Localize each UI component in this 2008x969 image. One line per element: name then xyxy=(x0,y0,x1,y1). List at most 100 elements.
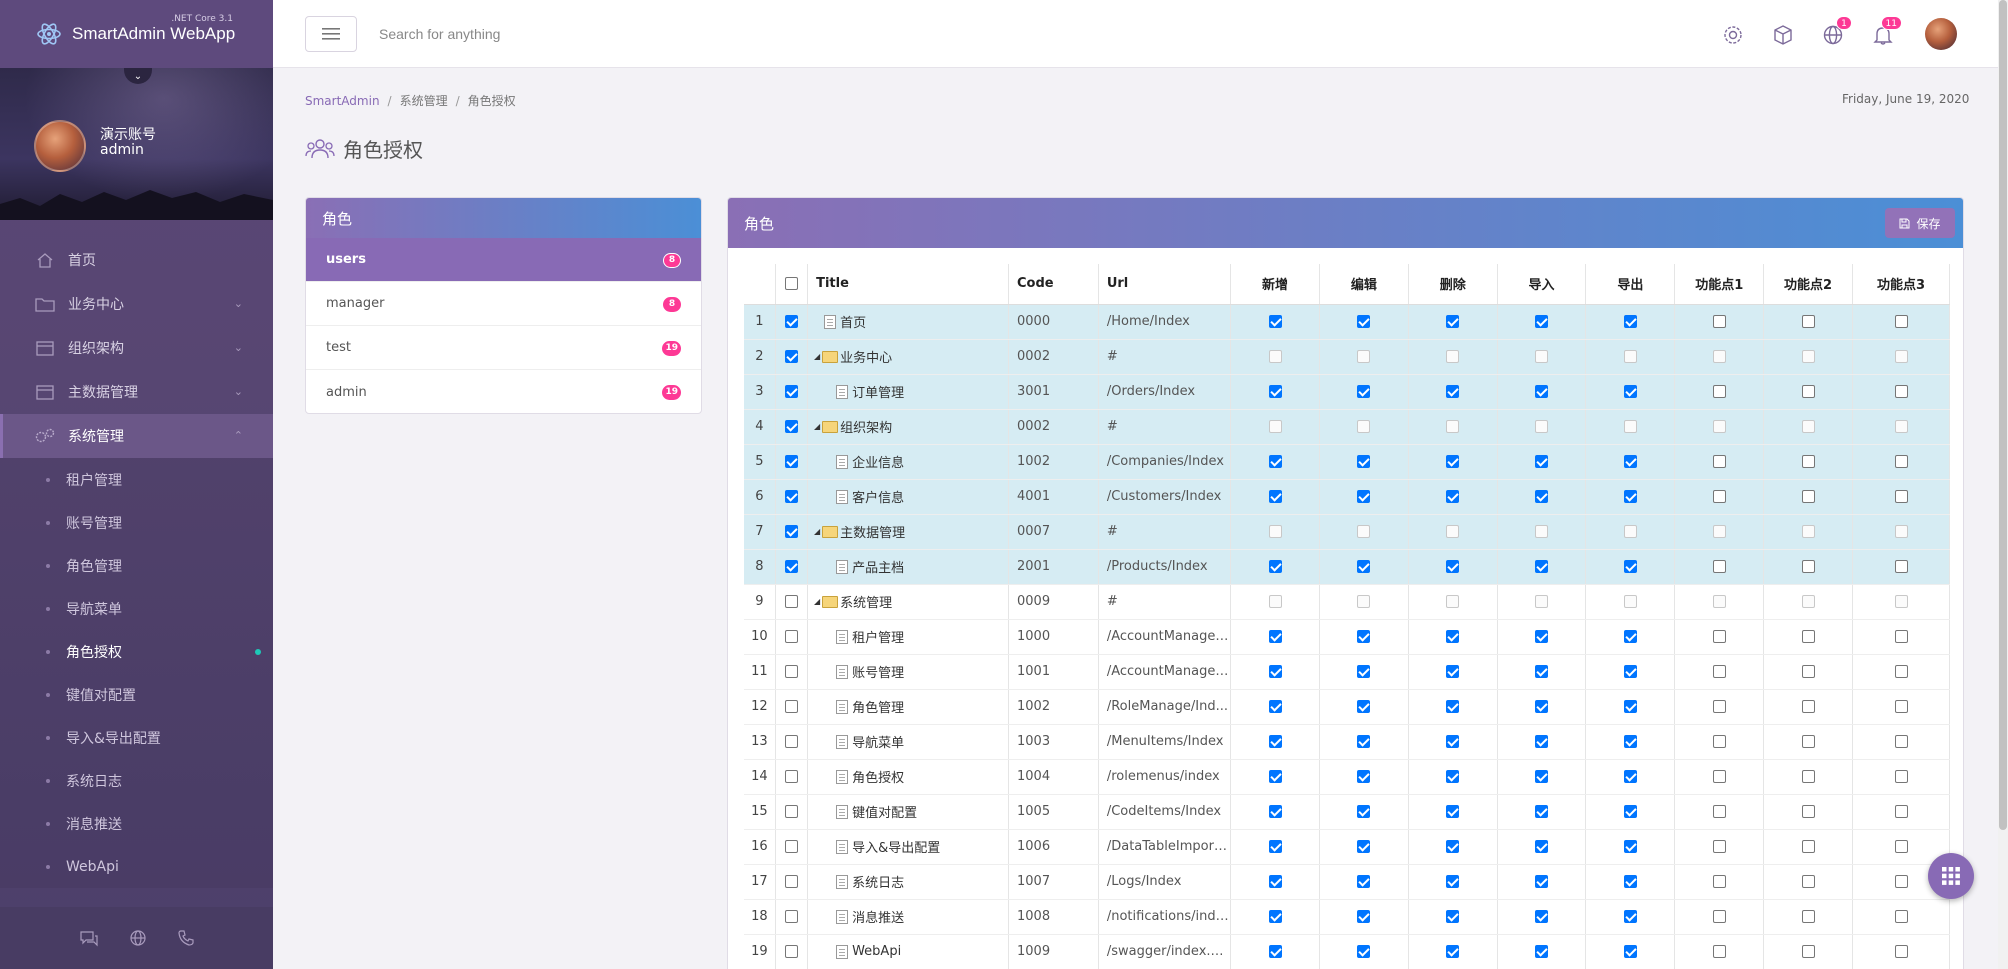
perm-add-checkbox[interactable] xyxy=(1268,630,1282,643)
perm-func3-cell[interactable] xyxy=(1852,794,1950,830)
perm-func1-checkbox[interactable] xyxy=(1712,700,1726,713)
perm-export-checkbox[interactable] xyxy=(1623,490,1637,503)
perm-add-cell[interactable] xyxy=(1230,549,1320,585)
perm-func3-checkbox[interactable] xyxy=(1894,665,1908,678)
perm-func2-cell[interactable] xyxy=(1763,304,1853,340)
perm-func1-checkbox[interactable] xyxy=(1712,910,1726,923)
chevron-down-icon[interactable]: ⌄ xyxy=(124,68,152,84)
perm-func2-cell[interactable] xyxy=(1763,759,1853,795)
hamburger-button[interactable] xyxy=(305,16,357,52)
perm-import-checkbox[interactable] xyxy=(1535,665,1549,678)
row-select-checkbox[interactable] xyxy=(784,595,798,608)
grid-header-import[interactable]: 导入 xyxy=(1497,264,1587,305)
language-button[interactable]: 1 xyxy=(1820,16,1852,48)
perm-func2-cell[interactable] xyxy=(1763,829,1853,865)
perm-func2-checkbox[interactable] xyxy=(1801,455,1815,468)
perm-export-cell[interactable] xyxy=(1585,479,1676,515)
perm-export-cell[interactable] xyxy=(1585,759,1676,795)
breadcrumb-root[interactable]: SmartAdmin xyxy=(305,94,380,108)
perm-export-cell[interactable] xyxy=(1585,444,1676,480)
perm-import-checkbox[interactable] xyxy=(1535,910,1549,923)
perm-func1-checkbox[interactable] xyxy=(1712,840,1726,853)
perm-func3-checkbox[interactable] xyxy=(1894,455,1908,468)
perm-add-checkbox[interactable] xyxy=(1268,875,1282,888)
row-select-cell[interactable] xyxy=(775,934,809,969)
perm-delete-cell[interactable] xyxy=(1408,479,1498,515)
breadcrumb-parent[interactable]: 系统管理 xyxy=(400,94,448,108)
tree-expand-icon[interactable]: ◢ xyxy=(812,422,822,431)
perm-func3-cell[interactable] xyxy=(1852,619,1950,655)
title-cell[interactable]: 客户信息 xyxy=(807,479,1009,515)
perm-func1-cell[interactable] xyxy=(1674,689,1765,725)
perm-func2-checkbox[interactable] xyxy=(1801,385,1815,398)
profile-name[interactable]: 演示账号 xyxy=(100,124,156,144)
title-cell[interactable]: 导入&导出配置 xyxy=(807,829,1009,865)
sidebar-subitem-role-auth[interactable]: 角色授权 xyxy=(0,630,273,673)
perm-func1-cell[interactable] xyxy=(1674,829,1765,865)
settings-button[interactable] xyxy=(1720,22,1746,48)
perm-export-checkbox[interactable] xyxy=(1623,910,1637,923)
title-cell[interactable]: 系统日志 xyxy=(807,864,1009,900)
perm-func3-cell[interactable] xyxy=(1852,479,1950,515)
title-cell[interactable]: 消息推送 xyxy=(807,899,1009,935)
perm-func3-cell[interactable] xyxy=(1852,654,1950,690)
perm-edit-checkbox[interactable] xyxy=(1357,735,1371,748)
perm-func1-checkbox[interactable] xyxy=(1712,560,1726,573)
sidebar-subitem-import-export[interactable]: 导入&导出配置 xyxy=(0,716,273,759)
table-row[interactable]: 18 消息推送 1008/notifications/index xyxy=(744,899,1950,935)
perm-export-checkbox[interactable] xyxy=(1623,455,1637,468)
title-cell[interactable]: ◢ 组织架构 xyxy=(807,409,1009,445)
perm-func3-checkbox[interactable] xyxy=(1894,560,1908,573)
perm-edit-checkbox[interactable] xyxy=(1357,805,1371,818)
table-row[interactable]: 9 ◢ 系统管理 0009 # xyxy=(744,584,1950,620)
sidebar-item-home[interactable]: 首页 xyxy=(0,238,273,282)
perm-func3-checkbox[interactable] xyxy=(1894,875,1908,888)
perm-export-checkbox[interactable] xyxy=(1623,735,1637,748)
perm-delete-checkbox[interactable] xyxy=(1446,665,1460,678)
perm-import-checkbox[interactable] xyxy=(1535,315,1549,328)
perm-func3-checkbox[interactable] xyxy=(1894,315,1908,328)
perm-func2-cell[interactable] xyxy=(1763,374,1853,410)
role-item-manager[interactable]: manager 8 xyxy=(306,282,701,326)
grid-header-func3[interactable]: 功能点3 xyxy=(1852,264,1950,305)
perm-func2-cell[interactable] xyxy=(1763,619,1853,655)
perm-func2-cell[interactable] xyxy=(1763,724,1853,760)
table-row[interactable]: 19 WebApi 1009/swagger/index.h... xyxy=(744,934,1950,969)
row-select-checkbox[interactable] xyxy=(784,770,798,783)
table-row[interactable]: 6 客户信息 4001/Customers/Index xyxy=(744,479,1950,515)
row-select-checkbox[interactable] xyxy=(784,560,798,573)
table-row[interactable]: 2 ◢ 业务中心 0002 # xyxy=(744,339,1950,375)
perm-func1-checkbox[interactable] xyxy=(1712,455,1726,468)
perm-func1-cell[interactable] xyxy=(1674,864,1765,900)
row-select-cell[interactable] xyxy=(775,899,809,935)
sidebar-subitem-codeitems[interactable]: 键值对配置 xyxy=(0,673,273,716)
perm-export-checkbox[interactable] xyxy=(1623,805,1637,818)
perm-edit-cell[interactable] xyxy=(1319,794,1409,830)
perm-export-checkbox[interactable] xyxy=(1623,840,1637,853)
perm-edit-cell[interactable] xyxy=(1319,304,1409,340)
perm-add-cell[interactable] xyxy=(1230,689,1320,725)
perm-import-cell[interactable] xyxy=(1497,444,1587,480)
row-select-cell[interactable] xyxy=(775,759,809,795)
row-select-checkbox[interactable] xyxy=(784,455,798,468)
scrollbar-thumb[interactable] xyxy=(1999,0,2007,830)
title-cell[interactable]: 首页 xyxy=(807,304,1009,340)
title-cell[interactable]: 账号管理 xyxy=(807,654,1009,690)
table-row[interactable]: 15 键值对配置 1005/CodeItems/Index xyxy=(744,794,1950,830)
row-select-cell[interactable] xyxy=(775,444,809,480)
perm-func3-cell[interactable] xyxy=(1852,549,1950,585)
perm-func2-cell[interactable] xyxy=(1763,444,1853,480)
perm-add-cell[interactable] xyxy=(1230,654,1320,690)
table-row[interactable]: 4 ◢ 组织架构 0002 # xyxy=(744,409,1950,445)
row-select-checkbox[interactable] xyxy=(784,910,798,923)
perm-func2-checkbox[interactable] xyxy=(1801,560,1815,573)
perm-edit-cell[interactable] xyxy=(1319,619,1409,655)
perm-import-cell[interactable] xyxy=(1497,794,1587,830)
perm-func1-cell[interactable] xyxy=(1674,934,1765,969)
row-select-cell[interactable] xyxy=(775,619,809,655)
perm-func3-checkbox[interactable] xyxy=(1894,770,1908,783)
perm-func1-checkbox[interactable] xyxy=(1712,770,1726,783)
perm-export-cell[interactable] xyxy=(1585,829,1676,865)
perm-func3-cell[interactable] xyxy=(1852,934,1950,969)
grid-header-export[interactable]: 导出 xyxy=(1585,264,1676,305)
